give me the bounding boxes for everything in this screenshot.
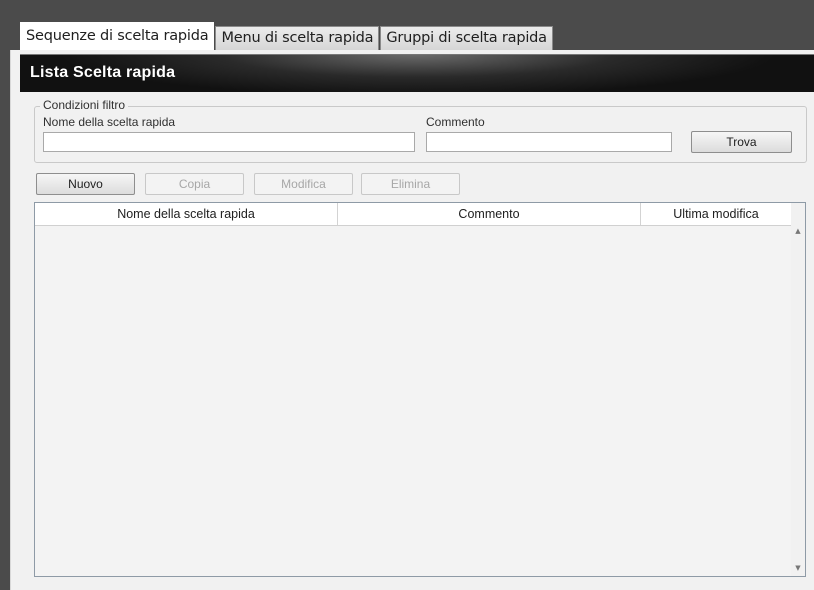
filter-legend: Condizioni filtro: [40, 98, 129, 112]
column-header-name[interactable]: Nome della scelta rapida: [35, 203, 338, 225]
shortcut-table: Nome della scelta rapida Commento Ultima…: [34, 202, 806, 577]
edit-button[interactable]: Modifica: [254, 173, 353, 195]
tab-gruppi[interactable]: Gruppi di scelta rapida: [380, 26, 553, 50]
column-header-comment[interactable]: Commento: [338, 203, 641, 225]
vertical-scrollbar[interactable]: ▲ ▼: [791, 203, 805, 576]
comment-filter-input[interactable]: [426, 132, 672, 152]
section-title: Lista Scelta rapida: [30, 64, 176, 81]
filter-group: Condizioni filtro Nome della scelta rapi…: [34, 98, 807, 163]
scroll-up-arrow-icon[interactable]: ▲: [791, 223, 805, 239]
search-button[interactable]: Trova: [691, 131, 792, 153]
name-filter-input[interactable]: [43, 132, 415, 152]
column-header-modified[interactable]: Ultima modifica: [641, 203, 791, 225]
name-label: Nome della scelta rapida: [43, 115, 176, 129]
tab-menu[interactable]: Menu di scelta rapida: [215, 26, 380, 50]
tab-sequenze[interactable]: Sequenze di scelta rapida: [20, 22, 215, 50]
tab-bar: Sequenze di scelta rapida Menu di scelta…: [20, 22, 554, 50]
section-header: Lista Scelta rapida: [20, 54, 814, 92]
copy-button[interactable]: Copia: [145, 173, 244, 195]
scroll-down-arrow-icon[interactable]: ▼: [791, 560, 805, 576]
main-panel: Lista Scelta rapida Condizioni filtro No…: [10, 50, 814, 590]
delete-button[interactable]: Elimina: [361, 173, 460, 195]
table-header: Nome della scelta rapida Commento Ultima…: [35, 203, 791, 226]
comment-label: Commento: [426, 115, 485, 129]
new-button[interactable]: Nuovo: [36, 173, 135, 195]
